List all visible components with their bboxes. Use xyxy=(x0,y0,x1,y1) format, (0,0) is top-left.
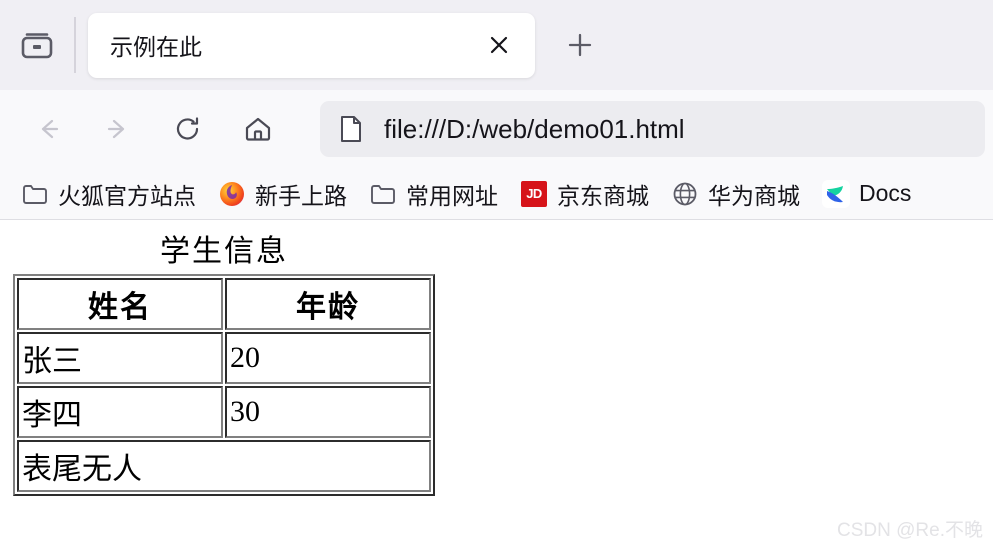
cell-name: 李四 xyxy=(17,386,223,438)
tabstrip-divider xyxy=(74,17,76,73)
jd-icon: JD xyxy=(520,180,548,208)
page-content: 学生信息 姓名 年龄 张三 20 李四 30 表尾无人 CSDN @Re.不晚 xyxy=(0,220,993,550)
jd-icon-text: JD xyxy=(521,180,547,207)
folder-icon xyxy=(21,180,49,208)
cell-age: 20 xyxy=(225,332,431,384)
bookmark-item-common-sites[interactable]: 常用网址 xyxy=(360,174,507,214)
bookmarks-bar: 火狐官方站点 新手上路 常用网址 JD 京东商城 华为商城 Docs xyxy=(0,168,993,220)
browser-tab[interactable]: 示例在此 xyxy=(88,12,535,78)
table-caption: 学生信息 xyxy=(160,235,288,268)
bookmark-item-huawei-store[interactable]: 华为商城 xyxy=(662,174,809,214)
table-head: 姓名 年龄 xyxy=(17,278,431,330)
forward-button[interactable] xyxy=(92,103,144,155)
csdn-watermark: CSDN @Re.不晚 xyxy=(837,520,983,541)
cell-age: 30 xyxy=(225,386,431,438)
arrow-right-icon xyxy=(107,119,125,139)
bookmark-label: 火狐官方站点 xyxy=(58,182,196,209)
table-row: 张三 20 xyxy=(17,332,431,384)
address-bar-url: file:///D:/web/demo01.html xyxy=(384,113,685,144)
table-body: 张三 20 李四 30 xyxy=(17,332,431,438)
table-footer-row: 表尾无人 xyxy=(17,440,431,492)
address-bar[interactable]: file:///D:/web/demo01.html xyxy=(320,101,985,157)
reload-icon xyxy=(176,117,199,140)
student-info-table: 学生信息 姓名 年龄 张三 20 李四 30 表尾无人 xyxy=(13,226,435,496)
new-tab-button[interactable] xyxy=(557,22,603,68)
table-foot: 表尾无人 xyxy=(17,440,431,492)
tab-strip: 示例在此 xyxy=(0,0,993,90)
column-header-name: 姓名 xyxy=(17,278,223,330)
bookmark-item-getting-started[interactable]: 新手上路 xyxy=(209,174,356,214)
globe-icon xyxy=(671,180,699,208)
bookmark-label: 常用网址 xyxy=(406,182,498,209)
folder-icon xyxy=(369,180,397,208)
bookmark-label: 京东商城 xyxy=(557,182,649,209)
bookmark-item-firefox-official[interactable]: 火狐官方站点 xyxy=(12,174,205,214)
bookmark-label: 华为商城 xyxy=(708,182,800,209)
bookmark-label: 新手上路 xyxy=(255,182,347,209)
home-button[interactable] xyxy=(232,103,284,155)
table-header-row: 姓名 年龄 xyxy=(17,278,431,330)
navigation-toolbar: file:///D:/web/demo01.html xyxy=(0,90,993,168)
bookmark-item-docs[interactable]: Docs xyxy=(813,174,920,214)
tab-box-icon[interactable] xyxy=(0,0,74,90)
close-icon[interactable] xyxy=(479,25,519,65)
docs-icon xyxy=(822,179,850,208)
arrow-left-icon xyxy=(41,119,59,139)
page-document-icon xyxy=(338,114,364,144)
plus-icon xyxy=(568,33,592,57)
bookmark-item-jd[interactable]: JD 京东商城 xyxy=(511,174,658,214)
reload-button[interactable] xyxy=(162,103,214,155)
home-icon xyxy=(245,117,271,141)
cell-name: 张三 xyxy=(17,332,223,384)
bookmark-label: Docs xyxy=(859,180,912,206)
back-button[interactable] xyxy=(22,103,74,155)
table-row: 李四 30 xyxy=(17,386,431,438)
column-header-age: 年龄 xyxy=(225,278,431,330)
firefox-logo-icon xyxy=(218,180,246,208)
cell-footer: 表尾无人 xyxy=(17,440,431,492)
tab-title: 示例在此 xyxy=(110,34,202,60)
